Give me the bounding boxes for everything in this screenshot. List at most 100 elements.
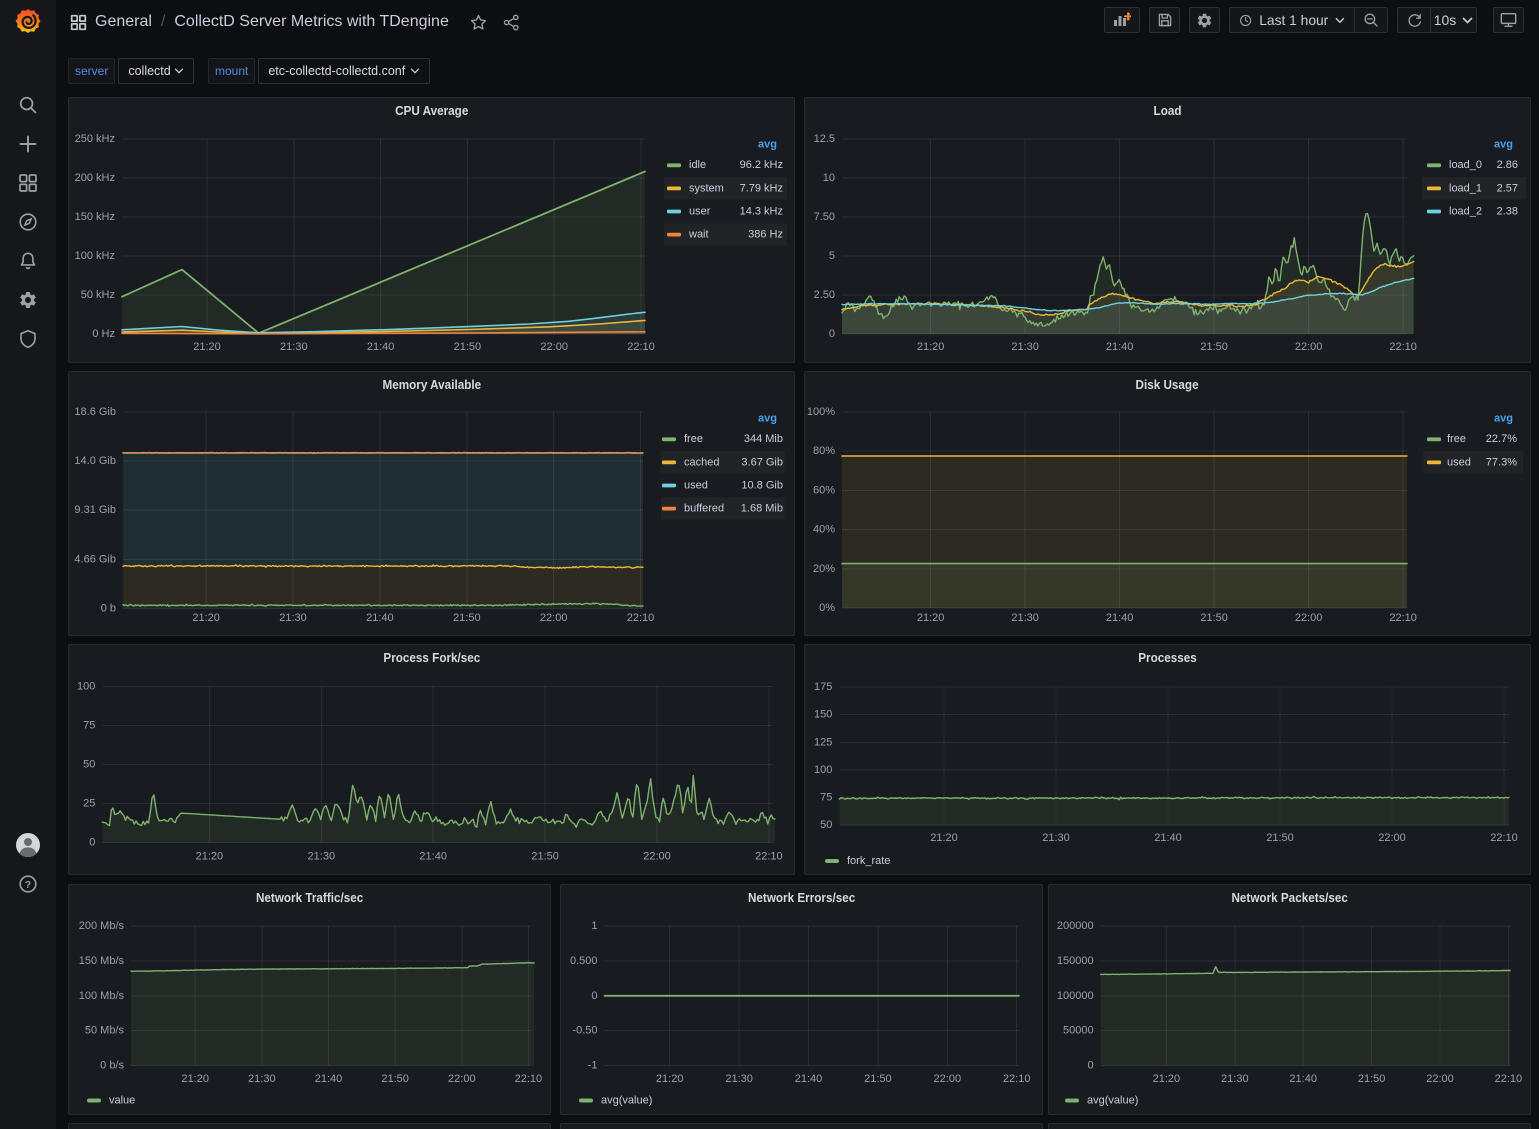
svg-text:21:20: 21:20: [196, 851, 224, 863]
svg-text:21:20: 21:20: [917, 612, 945, 624]
svg-text:cached: cached: [684, 456, 719, 468]
svg-text:10: 10: [823, 172, 835, 184]
svg-text:21:40: 21:40: [419, 851, 447, 863]
svg-text:200 kHz: 200 kHz: [75, 172, 115, 184]
svg-text:2.86: 2.86: [1497, 159, 1518, 171]
svg-text:75: 75: [820, 792, 832, 804]
svg-text:21:50: 21:50: [381, 1073, 409, 1085]
svg-text:50: 50: [83, 759, 95, 771]
svg-text:avg(value): avg(value): [1087, 1095, 1138, 1107]
svg-text:0%: 0%: [819, 602, 835, 614]
svg-text:22:00: 22:00: [643, 851, 671, 863]
svg-text:0 b/s: 0 b/s: [100, 1060, 124, 1072]
svg-text:21:50: 21:50: [531, 851, 559, 863]
svg-text:14.0 Gib: 14.0 Gib: [74, 455, 116, 467]
svg-text:125: 125: [814, 736, 832, 748]
svg-text:200000: 200000: [1057, 920, 1094, 932]
svg-text:21:30: 21:30: [279, 612, 307, 624]
svg-text:80%: 80%: [813, 445, 835, 457]
svg-text:150 kHz: 150 kHz: [75, 211, 115, 223]
svg-text:100: 100: [77, 681, 95, 693]
svg-text:-1: -1: [588, 1060, 598, 1072]
svg-text:0: 0: [591, 990, 597, 1002]
svg-text:200 Mb/s: 200 Mb/s: [79, 920, 125, 932]
svg-text:value: value: [109, 1095, 135, 1107]
svg-text:21:30: 21:30: [1221, 1073, 1249, 1085]
svg-text:22:00: 22:00: [934, 1073, 962, 1085]
svg-text:21:50: 21:50: [1200, 341, 1228, 353]
svg-text:21:40: 21:40: [1106, 341, 1134, 353]
svg-text:21:30: 21:30: [1011, 612, 1039, 624]
svg-text:22:10: 22:10: [627, 341, 655, 353]
svg-text:2.57: 2.57: [1497, 182, 1518, 194]
svg-text:20%: 20%: [813, 563, 835, 575]
svg-text:77.3%: 77.3%: [1486, 456, 1517, 468]
svg-text:3.67 Gib: 3.67 Gib: [741, 456, 783, 468]
svg-text:avg(value): avg(value): [601, 1095, 652, 1107]
svg-text:user: user: [689, 205, 711, 217]
svg-text:0 b: 0 b: [101, 602, 116, 614]
svg-text:21:50: 21:50: [453, 612, 481, 624]
svg-text:22:00: 22:00: [1295, 341, 1323, 353]
svg-text:0: 0: [829, 328, 835, 340]
svg-text:100000: 100000: [1057, 990, 1094, 1002]
svg-text:22:10: 22:10: [755, 851, 783, 863]
svg-text:avg: avg: [758, 413, 777, 425]
svg-text:free: free: [684, 433, 703, 445]
svg-text:system: system: [689, 182, 724, 194]
svg-text:2.38: 2.38: [1497, 205, 1518, 217]
svg-text:load_1: load_1: [1449, 182, 1482, 194]
svg-text:0 Hz: 0 Hz: [92, 328, 115, 340]
svg-text:50 Mb/s: 50 Mb/s: [85, 1025, 125, 1037]
svg-text:21:20: 21:20: [930, 832, 958, 844]
svg-text:21:20: 21:20: [181, 1073, 209, 1085]
svg-text:21:30: 21:30: [1042, 832, 1070, 844]
svg-text:21:50: 21:50: [454, 341, 482, 353]
svg-text:50 kHz: 50 kHz: [81, 289, 115, 301]
svg-text:50: 50: [820, 819, 832, 831]
svg-text:22:10: 22:10: [627, 612, 655, 624]
svg-text:22:00: 22:00: [540, 612, 568, 624]
svg-text:21:40: 21:40: [1106, 612, 1134, 624]
svg-text:1: 1: [591, 920, 597, 932]
svg-text:0: 0: [89, 837, 95, 849]
svg-text:386 Hz: 386 Hz: [748, 229, 783, 241]
svg-text:21:30: 21:30: [248, 1073, 276, 1085]
svg-text:18.6 Gib: 18.6 Gib: [74, 406, 116, 418]
svg-text:21:40: 21:40: [1289, 1073, 1317, 1085]
svg-text:21:20: 21:20: [193, 341, 221, 353]
svg-text:0.500: 0.500: [570, 955, 598, 967]
svg-text:22.7%: 22.7%: [1486, 433, 1517, 445]
svg-text:22:10: 22:10: [1495, 1073, 1523, 1085]
svg-text:21:30: 21:30: [280, 341, 308, 353]
svg-text:free: free: [1447, 433, 1466, 445]
svg-text:22:10: 22:10: [1389, 612, 1417, 624]
svg-text:used: used: [684, 479, 708, 491]
svg-text:9.31 Gib: 9.31 Gib: [74, 504, 116, 516]
svg-text:22:10: 22:10: [1389, 341, 1417, 353]
svg-text:21:20: 21:20: [656, 1073, 684, 1085]
svg-text:?: ?: [25, 879, 31, 891]
svg-text:avg: avg: [758, 139, 777, 151]
svg-text:used: used: [1447, 456, 1471, 468]
svg-text:22:10: 22:10: [515, 1073, 543, 1085]
svg-text:21:50: 21:50: [1200, 612, 1228, 624]
svg-text:22:00: 22:00: [448, 1073, 476, 1085]
svg-text:load_0: load_0: [1449, 159, 1482, 171]
svg-text:100: 100: [814, 764, 832, 776]
svg-text:22:10: 22:10: [1003, 1073, 1031, 1085]
svg-text:60%: 60%: [813, 484, 835, 496]
svg-text:wait: wait: [688, 229, 709, 241]
svg-text:avg: avg: [1494, 139, 1513, 151]
svg-text:250 kHz: 250 kHz: [75, 133, 115, 145]
svg-text:-0.50: -0.50: [572, 1025, 597, 1037]
svg-text:21:50: 21:50: [1358, 1073, 1386, 1085]
svg-text:21:20: 21:20: [1153, 1073, 1181, 1085]
svg-text:150 Mb/s: 150 Mb/s: [79, 955, 125, 967]
svg-text:75: 75: [83, 720, 95, 732]
svg-text:21:40: 21:40: [1154, 832, 1182, 844]
svg-text:21:50: 21:50: [864, 1073, 892, 1085]
svg-text:22:00: 22:00: [540, 341, 568, 353]
svg-text:96.2 kHz: 96.2 kHz: [740, 159, 783, 171]
svg-text:344 Mib: 344 Mib: [744, 433, 783, 445]
